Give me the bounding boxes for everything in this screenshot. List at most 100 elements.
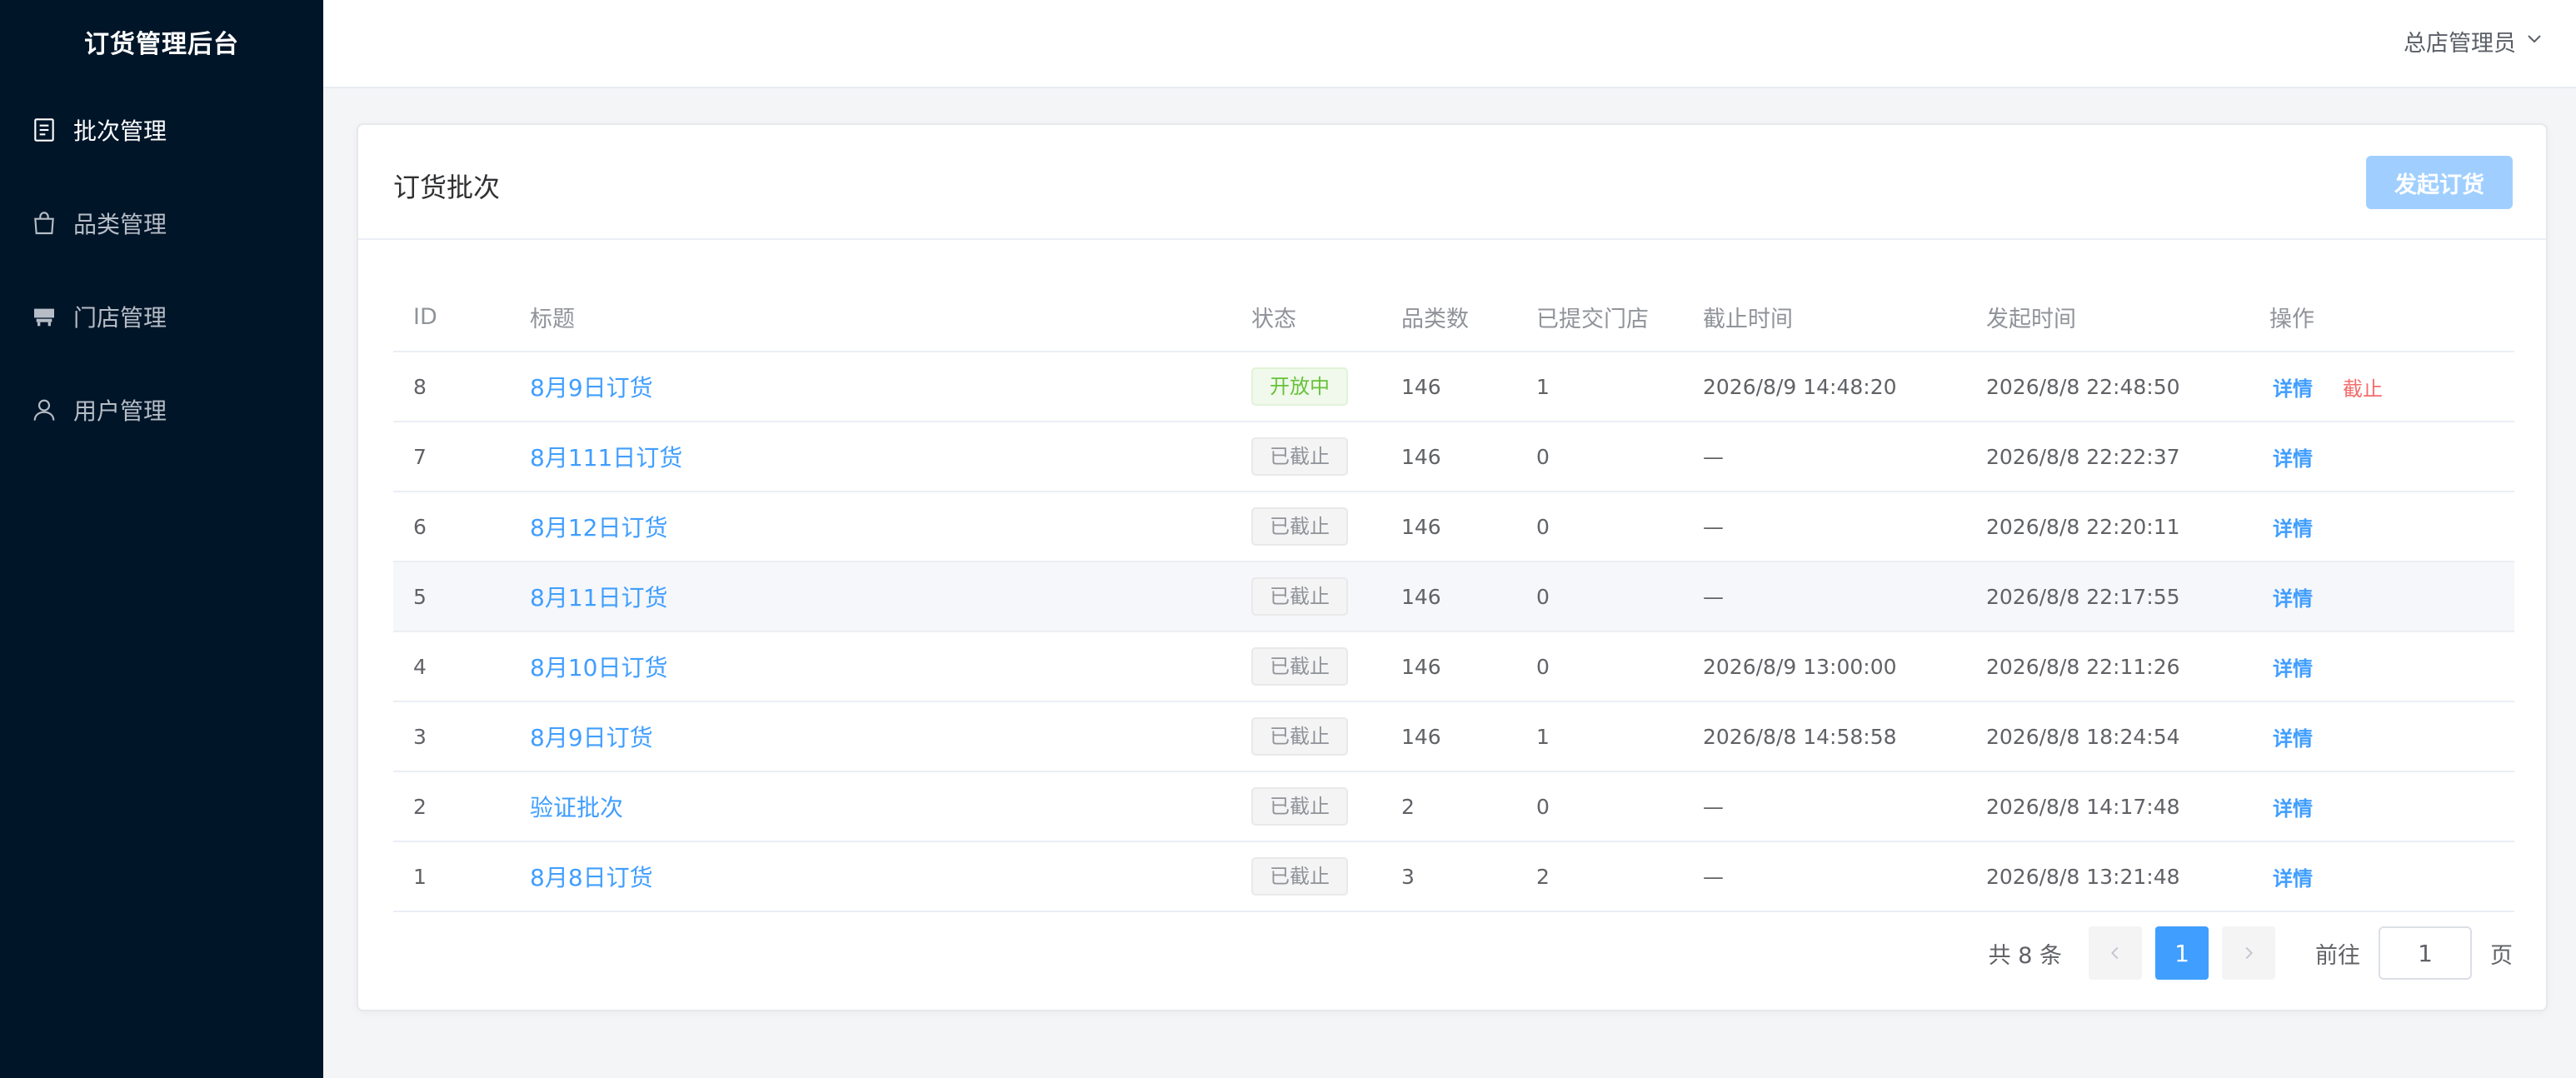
cell-deadline: 2026/8/8 14:58:58 [1683, 701, 1966, 772]
column-header-submitted-stores: 已提交门店 [1516, 283, 1683, 352]
table-row: 7 8月111日订货 已截止 146 0 — 2026/8/8 22:22:37… [393, 422, 2514, 492]
cell-created: 2026/8/8 18:24:54 [1966, 701, 2249, 772]
detail-link[interactable]: 详情 [2273, 657, 2313, 681]
cell-status: 已截止 [1231, 561, 1381, 632]
cell-submitted-stores: 1 [1516, 352, 1683, 422]
cell-created: 2026/8/8 22:11:26 [1966, 631, 2249, 702]
cell-created: 2026/8/8 22:22:37 [1966, 422, 2249, 492]
cell-title: 8月8日订货 [510, 841, 1231, 912]
cell-submitted-stores: 0 [1516, 492, 1683, 562]
user-dropdown[interactable]: 总店管理员 [2404, 25, 2544, 57]
column-header-deadline: 截止时间 [1683, 283, 1966, 352]
sidebar-item-label: 门店管理 [73, 304, 167, 332]
detail-link[interactable]: 详情 [2273, 727, 2313, 751]
column-header-title: 标题 [510, 283, 1231, 352]
pagination: 共 8 条 1 前往 页 [1989, 926, 2513, 980]
cell-actions: 详情 [2249, 701, 2514, 772]
cell-category-count: 146 [1381, 561, 1516, 632]
table-row: 1 8月8日订货 已截止 3 2 — 2026/8/8 13:21:48 详情 [393, 841, 2514, 912]
cell-title: 验证批次 [510, 771, 1231, 842]
cell-status: 已截止 [1231, 701, 1381, 772]
cell-deadline: — [1683, 561, 1966, 632]
batch-title-link[interactable]: 8月9日订货 [530, 724, 653, 751]
cell-submitted-stores: 0 [1516, 422, 1683, 492]
cell-category-count: 146 [1381, 352, 1516, 422]
page-number-current[interactable]: 1 [2155, 926, 2209, 980]
cell-status: 已截止 [1231, 492, 1381, 562]
close-batch-link[interactable]: 截止 [2343, 377, 2383, 401]
status-badge: 已截止 [1251, 507, 1348, 546]
batch-title-link[interactable]: 8月111日订货 [530, 444, 682, 472]
batch-title-link[interactable]: 8月12日订货 [530, 514, 667, 541]
cell-created: 2026/8/8 22:48:50 [1966, 352, 2249, 422]
sidebar-item-batches[interactable]: 批次管理 [0, 83, 323, 177]
sidebar-item-stores[interactable]: 门店管理 [0, 270, 323, 363]
cell-id: 2 [393, 771, 510, 842]
table-row: 8 8月9日订货 开放中 146 1 2026/8/9 14:48:20 202… [393, 352, 2514, 422]
sidebar-menu: 批次管理 品类管理 门店管理 用户管理 [0, 83, 323, 457]
table-header-row: ID 标题 状态 品类数 已提交门店 截止时间 发起时间 操作 [393, 283, 2514, 352]
batch-title-link[interactable]: 8月9日订货 [530, 374, 653, 402]
status-badge: 已截止 [1251, 787, 1348, 826]
goto-page-input[interactable] [2379, 926, 2472, 980]
detail-link[interactable]: 详情 [2273, 447, 2313, 471]
cell-deadline: 2026/8/9 13:00:00 [1683, 631, 1966, 702]
cell-title: 8月111日订货 [510, 422, 1231, 492]
batch-title-link[interactable]: 8月10日订货 [530, 654, 667, 681]
chevron-down-icon [2524, 28, 2544, 54]
cell-category-count: 146 [1381, 631, 1516, 702]
status-badge: 已截止 [1251, 717, 1348, 756]
next-page-button[interactable] [2222, 926, 2275, 980]
cell-id: 3 [393, 701, 510, 772]
document-icon [30, 116, 58, 144]
sidebar-item-categories[interactable]: 品类管理 [0, 177, 323, 270]
cell-created: 2026/8/8 22:17:55 [1966, 561, 2249, 632]
cell-deadline: — [1683, 841, 1966, 912]
goto-label: 前往 [2315, 942, 2360, 969]
goto-suffix: 页 [2490, 942, 2513, 969]
create-order-button[interactable]: 发起订货 [2366, 156, 2513, 209]
chevron-right-icon [2245, 946, 2253, 960]
cell-status: 开放中 [1231, 352, 1381, 422]
cell-id: 7 [393, 422, 510, 492]
chevron-left-icon [2111, 946, 2119, 960]
column-header-category-count: 品类数 [1381, 283, 1516, 352]
batch-title-link[interactable]: 8月11日订货 [530, 584, 667, 611]
detail-link[interactable]: 详情 [2273, 797, 2313, 821]
cell-category-count: 146 [1381, 701, 1516, 772]
detail-link[interactable]: 详情 [2273, 377, 2313, 401]
cell-actions: 详情 [2249, 841, 2514, 912]
status-badge: 已截止 [1251, 857, 1348, 896]
cell-id: 6 [393, 492, 510, 562]
cell-category-count: 3 [1381, 841, 1516, 912]
cell-submitted-stores: 0 [1516, 561, 1683, 632]
prev-page-button[interactable] [2089, 926, 2142, 980]
cell-id: 5 [393, 561, 510, 632]
cell-status: 已截止 [1231, 631, 1381, 702]
detail-link[interactable]: 详情 [2273, 587, 2313, 611]
cell-title: 8月9日订货 [510, 701, 1231, 772]
batch-card: 订货批次 发起订货 ID 标题 状态 品类数 已提交门店 截止时间 发起时间 操… [357, 123, 2548, 1011]
batch-table: ID 标题 状态 品类数 已提交门店 截止时间 发起时间 操作 8 8月9日订货… [393, 283, 2514, 912]
table-row: 6 8月12日订货 已截止 146 0 — 2026/8/8 22:20:11 … [393, 492, 2514, 562]
column-header-created: 发起时间 [1966, 283, 2249, 352]
cell-status: 已截止 [1231, 841, 1381, 912]
detail-link[interactable]: 详情 [2273, 517, 2313, 541]
cell-title: 8月12日订货 [510, 492, 1231, 562]
cell-actions: 详情 [2249, 492, 2514, 562]
cell-id: 1 [393, 841, 510, 912]
pagination-total: 共 8 条 [1988, 942, 2062, 969]
status-badge: 开放中 [1251, 367, 1348, 406]
top-header: 总店管理员 [323, 0, 2576, 88]
cell-actions: 详情 [2249, 561, 2514, 632]
cell-category-count: 2 [1381, 771, 1516, 842]
cell-actions: 详情 [2249, 771, 2514, 842]
batch-title-link[interactable]: 8月8日订货 [530, 864, 653, 891]
batch-title-link[interactable]: 验证批次 [530, 794, 623, 821]
cell-actions: 详情 截止 [2249, 352, 2514, 422]
cell-deadline: — [1683, 492, 1966, 562]
detail-link[interactable]: 详情 [2273, 867, 2313, 891]
cell-actions: 详情 [2249, 631, 2514, 702]
cell-created: 2026/8/8 14:17:48 [1966, 771, 2249, 842]
sidebar-item-users[interactable]: 用户管理 [0, 363, 323, 457]
